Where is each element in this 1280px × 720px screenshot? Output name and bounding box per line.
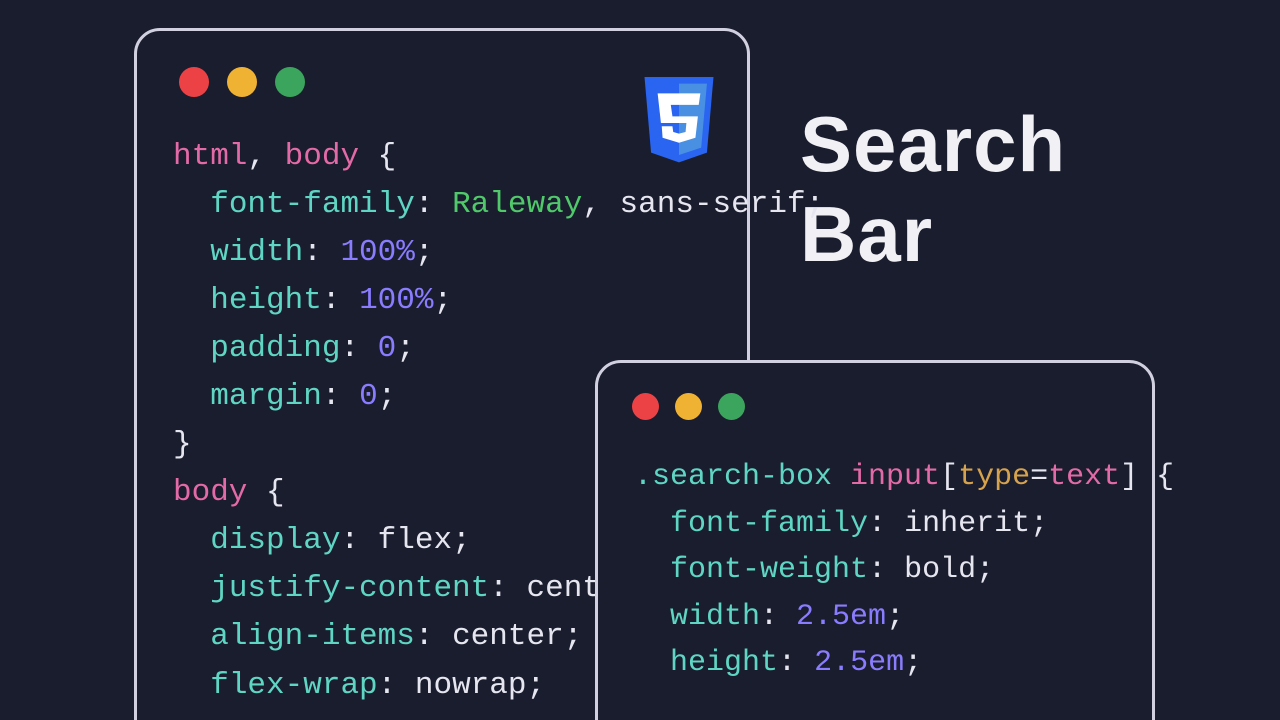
css3-icon	[637, 77, 721, 169]
code-window-2: .search-box input[type=text] { font-fami…	[595, 360, 1155, 720]
minimize-icon[interactable]	[675, 393, 702, 420]
traffic-lights	[632, 393, 1124, 420]
page-title: Search Bar	[800, 100, 1066, 279]
close-icon[interactable]	[632, 393, 659, 420]
minimize-icon[interactable]	[227, 67, 257, 97]
maximize-icon[interactable]	[718, 393, 745, 420]
maximize-icon[interactable]	[275, 67, 305, 97]
css-code-block-2: .search-box input[type=text] { font-fami…	[626, 454, 1124, 687]
close-icon[interactable]	[179, 67, 209, 97]
title-line-1: Search	[800, 100, 1066, 188]
